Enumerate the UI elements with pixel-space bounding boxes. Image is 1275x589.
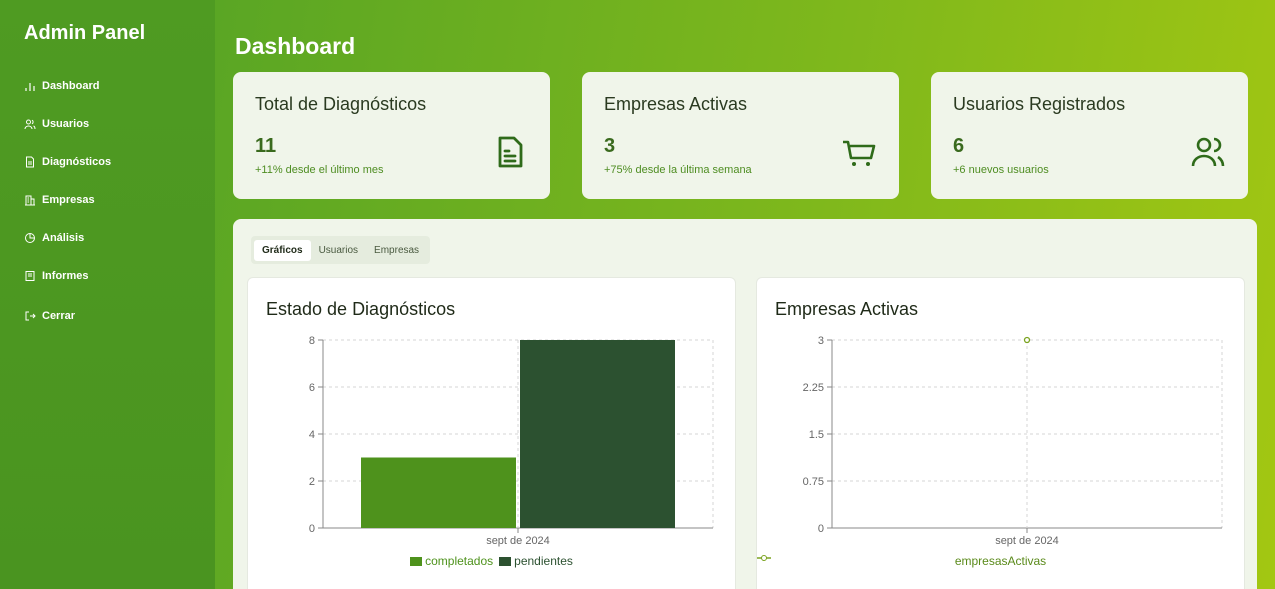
- card-value: 11: [255, 135, 277, 157]
- bar-completados: [361, 457, 516, 528]
- sidebar-item-diagnosticos[interactable]: Diagnósticos: [24, 156, 111, 168]
- legend-item-empresasactivas[interactable]: empresasActivas: [757, 554, 1047, 568]
- y-tick-label: 0: [309, 523, 315, 535]
- legend-swatch: [410, 556, 423, 566]
- legend-item-pendientes[interactable]: pendientes: [499, 554, 573, 568]
- stat-card-empresas: Empresas Activas 3 +75% desde la última …: [582, 72, 899, 199]
- tab-graficos[interactable]: Gráficos: [254, 239, 311, 261]
- sidebar-item-informes[interactable]: Informes: [24, 270, 88, 282]
- card-title: Empresas Activas: [604, 94, 748, 114]
- legend-label: completados: [425, 554, 494, 568]
- bar-chart-icon: [25, 83, 35, 91]
- x-tick-label: sept de 2024: [995, 535, 1059, 547]
- line-chart: 0 0.75 1.5 2.25 3 sept de 2024: [803, 335, 1223, 547]
- tab-usuarios[interactable]: Usuarios: [311, 240, 366, 261]
- card-value: 6: [953, 135, 965, 157]
- users-icon: [1191, 137, 1225, 167]
- main-content: Dashboard Total de Diagnósticos 11 +11% …: [215, 0, 1275, 589]
- sidebar-item-label: Empresas: [42, 194, 95, 206]
- sidebar-item-label: Diagnósticos: [42, 156, 112, 168]
- sidebar-item-dashboard[interactable]: Dashboard: [24, 80, 99, 92]
- cart-icon: [843, 140, 876, 166]
- y-tick-label: 1.5: [809, 429, 824, 441]
- page-title: Dashboard: [235, 33, 356, 59]
- y-tick-label: 2.25: [803, 382, 824, 394]
- building-icon: [25, 195, 35, 206]
- pie-chart-icon: [25, 233, 35, 243]
- legend-label: pendientes: [514, 554, 573, 568]
- legend-label: empresasActivas: [954, 554, 1047, 568]
- card-value: 3: [604, 135, 616, 157]
- y-tick-label: 4: [309, 429, 315, 441]
- chart-card-empresas: Empresas Activas 0 0.75 1.5 2.25 3 sept de 20…: [756, 277, 1245, 589]
- y-tick-label: 6: [309, 382, 315, 394]
- chart-card-diagnosticos: Estado de Diagnósticos 0 2 4 6 8 sept de 2024…: [247, 277, 736, 589]
- users-icon: [24, 119, 36, 130]
- brand-title: Admin Panel: [24, 22, 146, 44]
- bar-chart: 0 2 4 6 8 sept de 2024: [309, 335, 714, 547]
- sidebar-item-cerrar[interactable]: Cerrar: [24, 310, 75, 322]
- card-title: Usuarios Registrados: [953, 94, 1126, 114]
- card-title: Total de Diagnósticos: [255, 94, 427, 114]
- y-tick-label: 2: [309, 476, 315, 488]
- tab-empresas[interactable]: Empresas: [366, 240, 427, 261]
- legend-swatch: [499, 556, 512, 566]
- chart-legend: completados pendientes: [248, 554, 735, 568]
- report-icon: [25, 271, 35, 281]
- y-tick-label: 8: [309, 335, 315, 347]
- stat-card-diagnosticos: Total de Diagnósticos 11 +11% desde el ú…: [233, 72, 550, 199]
- legend-item-completados[interactable]: completados: [410, 554, 493, 568]
- sidebar-item-empresas[interactable]: Empresas: [24, 194, 95, 206]
- y-tick-label: 0.75: [803, 476, 824, 488]
- sidebar-item-label: Dashboard: [42, 80, 100, 92]
- sidebar-item-analisis[interactable]: Análisis: [24, 232, 84, 244]
- sidebar-item-label: Informes: [42, 270, 89, 282]
- data-point-empresasactivas: [1023, 336, 1031, 344]
- document-icon: [498, 136, 523, 168]
- card-subtitle: +75% desde la última semana: [604, 164, 752, 176]
- sidebar-item-label: Cerrar: [42, 310, 76, 322]
- y-tick-label: 0: [818, 523, 824, 535]
- charts-panel: Gráficos Usuarios Empresas Estado de Dia…: [233, 219, 1257, 589]
- sidebar-item-label: Análisis: [42, 232, 85, 244]
- bar-pendientes: [520, 340, 675, 528]
- x-tick-label: sept de 2024: [486, 535, 550, 547]
- legend-line-marker: [757, 555, 771, 561]
- sidebar: Admin Panel Dashboard Usuarios Diagnósti…: [0, 0, 215, 589]
- y-tick-label: 3: [818, 335, 824, 347]
- logout-icon: [25, 311, 36, 321]
- card-subtitle: +11% desde el último mes: [255, 164, 384, 176]
- stat-card-usuarios: Usuarios Registrados 6 +6 nuevos usuario…: [931, 72, 1248, 199]
- card-subtitle: +6 nuevos usuarios: [953, 164, 1049, 176]
- file-icon: [26, 156, 34, 168]
- sidebar-item-label: Usuarios: [42, 118, 90, 130]
- sidebar-item-usuarios[interactable]: Usuarios: [24, 118, 89, 130]
- tab-bar: Gráficos Usuarios Empresas: [251, 236, 431, 264]
- chart-legend: empresasActivas: [757, 554, 1244, 568]
